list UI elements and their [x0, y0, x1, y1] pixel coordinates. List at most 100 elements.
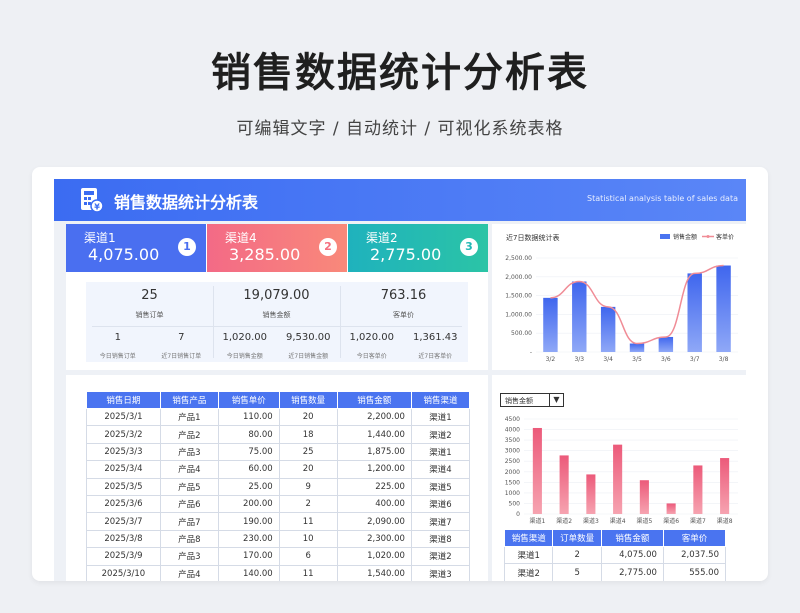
- column-header: 销售单价: [217, 391, 280, 409]
- table-cell: 170.00: [217, 547, 280, 566]
- table-cell: 11: [278, 512, 338, 531]
- divider: [92, 326, 462, 327]
- y-tick-label: 2,000.00: [505, 274, 532, 281]
- table-cell: 1,200.00: [336, 460, 412, 479]
- page-subtitle: 可编辑文字 / 自动统计 / 可视化系统表格: [236, 119, 564, 139]
- table-cell: 渠道1: [410, 442, 471, 462]
- kpi-card-label: 渠道4: [225, 231, 257, 245]
- table-cell: 80.00: [217, 425, 280, 444]
- x-tick-label: 渠道4: [610, 517, 626, 525]
- kpi-card-label: 渠道2: [366, 231, 398, 245]
- column-header: 销售金额: [336, 391, 412, 409]
- table-cell: 2,090.00: [336, 512, 412, 531]
- table-cell: 2,200.00: [336, 407, 412, 427]
- x-tick-label: 3/8: [719, 356, 729, 363]
- table-cell: 产品3: [159, 442, 219, 462]
- table-cell: 产品4: [159, 460, 219, 479]
- table-cell: 渠道5: [410, 477, 471, 496]
- table-row: 2025/3/4 产品4 60.00 20 1,200.00 渠道4: [86, 460, 471, 479]
- x-tick-label: 渠道5: [636, 517, 652, 525]
- y-tick-label: 1500: [505, 479, 520, 486]
- table-row: 2025/3/9 产品3 170.00 6 1,020.00 渠道2: [86, 547, 471, 566]
- stat-value: 763.16: [380, 288, 427, 303]
- bar: [600, 306, 616, 352]
- kpi-card-3: 渠道2 2,775.00 3: [348, 224, 488, 272]
- spreadsheet-area: ¥ 销售数据统计分析表 Statistical analysis table o…: [54, 179, 746, 581]
- table-row: 2025/3/1 产品1 110.00 20 2,200.00 渠道1: [86, 407, 471, 427]
- table-cell: 2025/3/7: [86, 512, 161, 531]
- stat-week-label: 近7日销售订单: [161, 353, 202, 360]
- stat-today-label: 今日销售订单: [99, 353, 136, 360]
- column-header: 销售渠道: [410, 391, 471, 409]
- table-cell: 555.00: [662, 563, 727, 581]
- table-cell: 渠道1: [410, 407, 471, 427]
- y-tick-label: 2,500.00: [505, 255, 532, 262]
- table-cell: 9: [278, 477, 338, 496]
- table-cell: 200.00: [217, 494, 280, 514]
- y-tick-label: 2500: [505, 458, 520, 465]
- table-row: 2025/3/8 产品8 230.00 10 2,300.00 渠道8: [86, 529, 471, 549]
- table-cell: 2025/3/4: [86, 460, 161, 479]
- recent-7-days-chart: 近7日数据统计表 销售金额 客单价 - 500.00 1,000.00 1,500.00 2,…: [505, 233, 738, 363]
- bar: [586, 474, 596, 514]
- column-header: 订单数量: [552, 529, 602, 547]
- channel-panel: 销售金额 ▼ 0 500 1000 1500 2000 2500 3000 3500 4000 4…: [492, 375, 746, 581]
- table-cell: 10: [278, 529, 338, 549]
- table-cell: 渠道8: [410, 529, 471, 549]
- chevron-down-icon[interactable]: ▼: [549, 394, 563, 406]
- bar: [716, 265, 731, 352]
- bar: [613, 444, 623, 514]
- legend-label: 客单价: [716, 233, 734, 241]
- x-tick-label: 3/7: [690, 356, 700, 363]
- svg-text:¥: ¥: [94, 203, 100, 212]
- legend-bar-swatch: [660, 234, 670, 239]
- x-tick-label: 渠道3: [583, 517, 599, 525]
- header-english-subtitle: Statistical analysis table of sales data: [586, 194, 738, 203]
- y-tick-label: 4500: [505, 416, 520, 423]
- x-tick-label: 渠道7: [690, 517, 706, 525]
- stat-label: 客单价: [393, 311, 414, 319]
- stat-today-value: 1: [114, 332, 121, 343]
- stat-today-label: 今日销售金额: [226, 353, 263, 360]
- stat-today-value: 1,020.00: [349, 332, 395, 343]
- table-cell: 60.00: [217, 460, 280, 479]
- table-cell: 230.00: [217, 529, 280, 549]
- calculator-icon: ¥: [81, 188, 104, 213]
- dashboard-header: ¥ 销售数据统计分析表 Statistical analysis table o…: [54, 179, 746, 221]
- dropdown-value: 销售金额: [505, 397, 533, 405]
- y-tick-label: -: [530, 349, 532, 356]
- table-row: 2025/3/5 产品5 25.00 9 225.00 渠道5: [86, 477, 471, 496]
- metric-dropdown[interactable]: 销售金额 ▼: [500, 393, 564, 407]
- table-cell: 1,875.00: [336, 442, 412, 462]
- table-cell: 11: [278, 564, 338, 581]
- stat-avg-price: 763.16 客单价 1,020.00 1,361.43 今日客单价 近7日客单…: [340, 282, 467, 362]
- sales-table-panel: 销售日期 销售产品 销售单价 销售数量 销售金额 销售渠道 2025/3/1 产品1 110.…: [66, 375, 488, 581]
- y-tick-label: 2000: [505, 469, 520, 476]
- column-header: 销售产品: [159, 391, 219, 409]
- table-cell: 2025/3/5: [86, 477, 161, 496]
- table-cell: 5: [552, 563, 602, 581]
- table-cell: 1,440.00: [336, 425, 412, 444]
- column-header: 销售数量: [278, 391, 338, 409]
- table-header-row: 销售渠道 订单数量 销售金额 客单价: [503, 529, 727, 547]
- table-cell: 渠道6: [410, 494, 471, 514]
- bar: [658, 336, 674, 352]
- bar: [687, 273, 702, 352]
- table-cell: 渠道2: [410, 425, 471, 444]
- column-header: 销售日期: [86, 391, 161, 409]
- table-cell: 2,775.00: [600, 563, 664, 581]
- x-tick-label: 3/5: [632, 356, 642, 363]
- table-cell: 2,037.50: [662, 545, 727, 565]
- table-cell: 2025/3/1: [86, 407, 161, 427]
- table-cell: 6: [278, 547, 338, 566]
- table-cell: 产品6: [159, 494, 219, 514]
- x-tick-label: 3/6: [661, 356, 671, 363]
- y-tick-label: 0: [516, 511, 520, 518]
- table-row: 2025/3/6 产品6 200.00 2 400.00 渠道6: [86, 494, 471, 514]
- column-header: 客单价: [662, 529, 727, 547]
- column-header: 销售金额: [600, 529, 664, 547]
- table-cell: 140.00: [217, 564, 280, 581]
- table-header-row: 销售日期 销售产品 销售单价 销售数量 销售金额 销售渠道: [86, 391, 471, 409]
- table-cell: 渠道1: [503, 545, 554, 565]
- table-cell: 2025/3/6: [86, 494, 161, 514]
